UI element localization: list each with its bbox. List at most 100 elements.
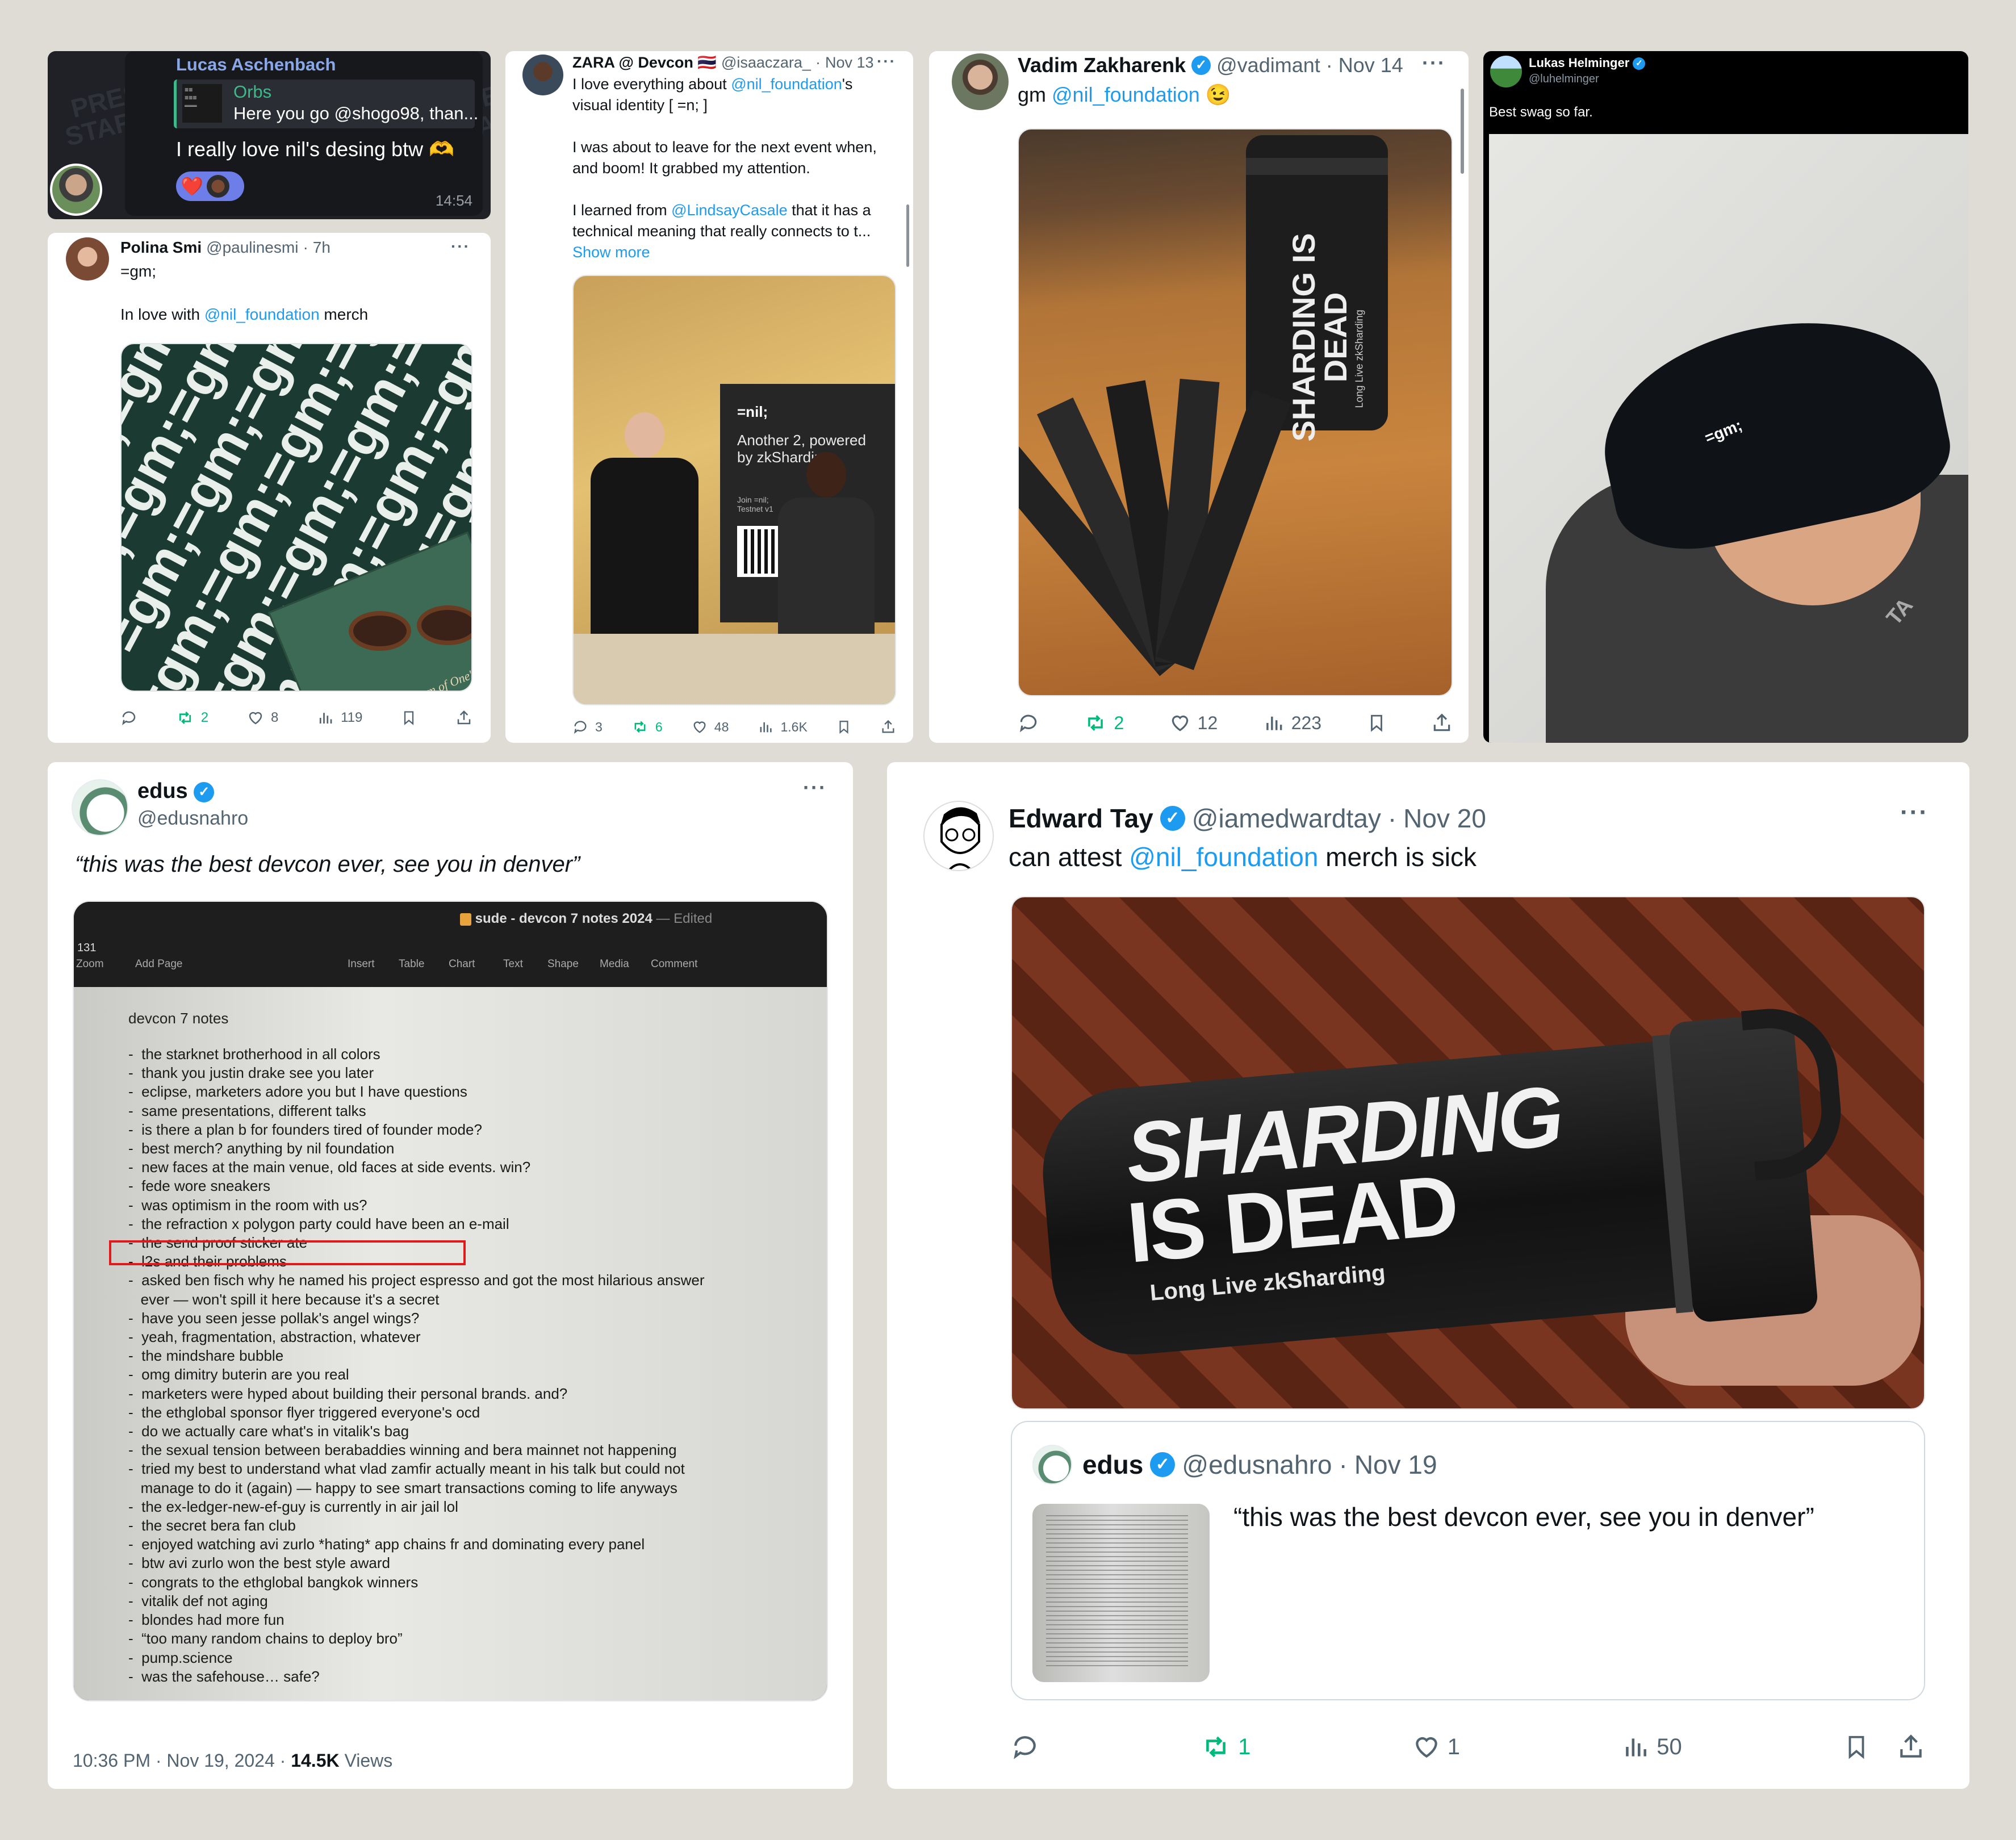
author-handle[interactable]: @iamedwardtay	[1192, 803, 1381, 834]
bookmark-button[interactable]	[836, 719, 851, 735]
more-options-icon[interactable]: ···	[451, 237, 470, 256]
reply-button[interactable]: 3	[572, 719, 603, 735]
note-bullet: -	[128, 1592, 142, 1609]
like-count: 8	[270, 710, 279, 725]
avatar[interactable]	[66, 237, 109, 281]
toolbar-chart[interactable]: Chart	[449, 958, 475, 971]
tweet-image[interactable]: SHARDING IS DEAD Long Live zkSharding	[1011, 896, 1925, 1410]
views-count: 1.6K	[780, 719, 808, 734]
retweet-button[interactable]: 2	[176, 709, 208, 726]
more-options-icon[interactable]: ···	[1900, 798, 1929, 827]
note-bullet: -	[128, 1215, 142, 1232]
more-options-icon[interactable]: ···	[1422, 51, 1446, 75]
like-button[interactable]: 12	[1169, 712, 1218, 734]
quoted-tweet[interactable]: edus ✓ @edusnahro · Nov 19 “this was the…	[1011, 1421, 1925, 1700]
mention-link[interactable]: @nil_foundation	[731, 76, 842, 93]
reply-preview[interactable]: ≡≡ ≡≡≡ ═══ Orbs Here you go @shogo98, than…	[174, 80, 478, 128]
retweet-button[interactable]: 6	[631, 719, 663, 735]
avatar[interactable]	[50, 164, 102, 216]
more-options-icon[interactable]: ···	[877, 52, 896, 70]
person-left	[591, 412, 699, 662]
note-bullet: -	[128, 1611, 142, 1629]
retweet-button[interactable]: 1	[1201, 1733, 1251, 1761]
bookmark-button[interactable]	[1843, 1733, 1869, 1761]
reply-button[interactable]	[1011, 1733, 1039, 1761]
tweet-image[interactable]: =gm;=gm; =gm;=gm; =gm; =gm;=gm;=gm; =gm;=g…	[120, 343, 472, 692]
tweet-image[interactable]: SHARDING IS DEAD Long Live zkSharding	[1018, 128, 1453, 696]
tweet-time[interactable]: 7h	[313, 239, 331, 257]
note-text: btw avi zurlo won the best style award	[141, 1554, 390, 1572]
wink-emoji: 😉	[1205, 83, 1231, 106]
author-name[interactable]: Vadim Zakharenk	[1018, 53, 1186, 77]
avatar[interactable]	[72, 779, 128, 836]
author-handle[interactable]: @isaaczara_	[721, 54, 811, 72]
timestamp[interactable]: 10:36 PM · Nov 19, 2024 ·	[73, 1750, 291, 1771]
tweet-zara: ZARA @ Devcon 🇹🇭 @isaaczara_ · Nov 13 ··…	[505, 51, 913, 743]
tweet-image[interactable]: sude - devcon 7 notes 2024 — Edited 131 …	[73, 901, 828, 1701]
author-handle[interactable]: @luhelminger	[1529, 73, 1599, 86]
like-button[interactable]: 48	[692, 719, 729, 735]
tweet-time[interactable]: Nov 20	[1403, 803, 1486, 834]
reaction-chip[interactable]: ❤️	[176, 172, 244, 201]
mention-link[interactable]: @nil_foundation	[1129, 842, 1318, 872]
author-name[interactable]: Polina Smi	[120, 239, 202, 257]
show-more-link[interactable]: Show more	[572, 242, 896, 263]
reply-button[interactable]	[120, 709, 137, 726]
toolbar-table[interactable]: Table	[399, 958, 424, 971]
views-button[interactable]: 50	[1621, 1733, 1682, 1761]
views-button[interactable]: 119	[317, 709, 362, 726]
tweet-time[interactable]: Nov 14	[1339, 53, 1403, 77]
share-button[interactable]	[1431, 712, 1453, 734]
avatar-illustration	[940, 807, 980, 870]
tweet-time[interactable]: Nov 13	[825, 54, 874, 72]
author-handle[interactable]: @paulinesmi	[206, 239, 298, 257]
mention-link[interactable]: @nil_foundation	[204, 306, 320, 323]
note-text: the ex-ledger-new-ef-guy is currently in…	[141, 1498, 458, 1515]
author-handle[interactable]: @vadimant	[1216, 53, 1320, 77]
avatar[interactable]	[1490, 56, 1522, 87]
bookmark-button[interactable]	[401, 709, 417, 726]
quoted-header: edus ✓ @edusnahro · Nov 19	[1082, 1449, 1437, 1480]
avatar[interactable]	[522, 55, 563, 95]
scrollbar[interactable]	[1461, 89, 1464, 174]
like-button[interactable]: 1	[1412, 1733, 1460, 1761]
mention-link[interactable]: @nil_foundation	[1052, 83, 1200, 106]
like-button[interactable]: 8	[247, 709, 278, 726]
share-button[interactable]	[880, 719, 896, 735]
author-handle[interactable]: @edusnahro	[137, 808, 248, 830]
note-item: - the secret bera fan club	[128, 1516, 705, 1535]
author-name[interactable]: ZARA @ Devcon 🇹🇭	[572, 53, 717, 72]
toolbar-media[interactable]: Media	[600, 958, 629, 971]
toolbar-insert[interactable]: Insert	[348, 958, 375, 971]
note-bullet: -	[128, 1573, 142, 1591]
avatar[interactable]	[952, 53, 1009, 110]
toolbar-text[interactable]: Text	[503, 958, 523, 971]
tweet-image[interactable]: =nil; Another 2, powered by zkSharding J…	[572, 275, 896, 705]
cap-logo: =gm;	[1702, 416, 1745, 447]
tweet-image[interactable]: TA =gm;	[1489, 134, 1968, 743]
toolbar-add-page[interactable]: Add Page	[135, 958, 182, 971]
scrollbar[interactable]	[906, 204, 909, 267]
zoom-value[interactable]: 131	[77, 942, 96, 955]
avatar[interactable]	[923, 801, 994, 871]
retweet-button[interactable]: 2	[1084, 712, 1124, 734]
author-name[interactable]: Lukas Helminger	[1529, 56, 1629, 70]
author-name[interactable]: Edward Tay	[1009, 803, 1153, 834]
toolbar-zoom[interactable]: Zoom	[76, 958, 104, 971]
more-options-icon[interactable]: ···	[803, 776, 827, 800]
views-count: 223	[1291, 712, 1322, 733]
share-button[interactable]	[1897, 1733, 1925, 1761]
note-bullet: -	[128, 1046, 142, 1063]
toolbar-shape[interactable]: Shape	[547, 958, 579, 971]
bookmark-button[interactable]	[1367, 712, 1386, 734]
note-bullet: -	[128, 1366, 142, 1383]
views-button[interactable]: 223	[1263, 712, 1321, 734]
reply-button[interactable]	[1018, 712, 1039, 734]
author-name[interactable]: edus	[137, 779, 188, 803]
views-button[interactable]: 1.6K	[758, 719, 808, 735]
note-bullet: -	[128, 1517, 142, 1534]
share-button[interactable]	[455, 709, 472, 726]
note-bullet: -	[128, 1064, 142, 1082]
toolbar-comment[interactable]: Comment	[651, 958, 697, 971]
mention-link[interactable]: @LindsayCasale	[671, 202, 788, 219]
